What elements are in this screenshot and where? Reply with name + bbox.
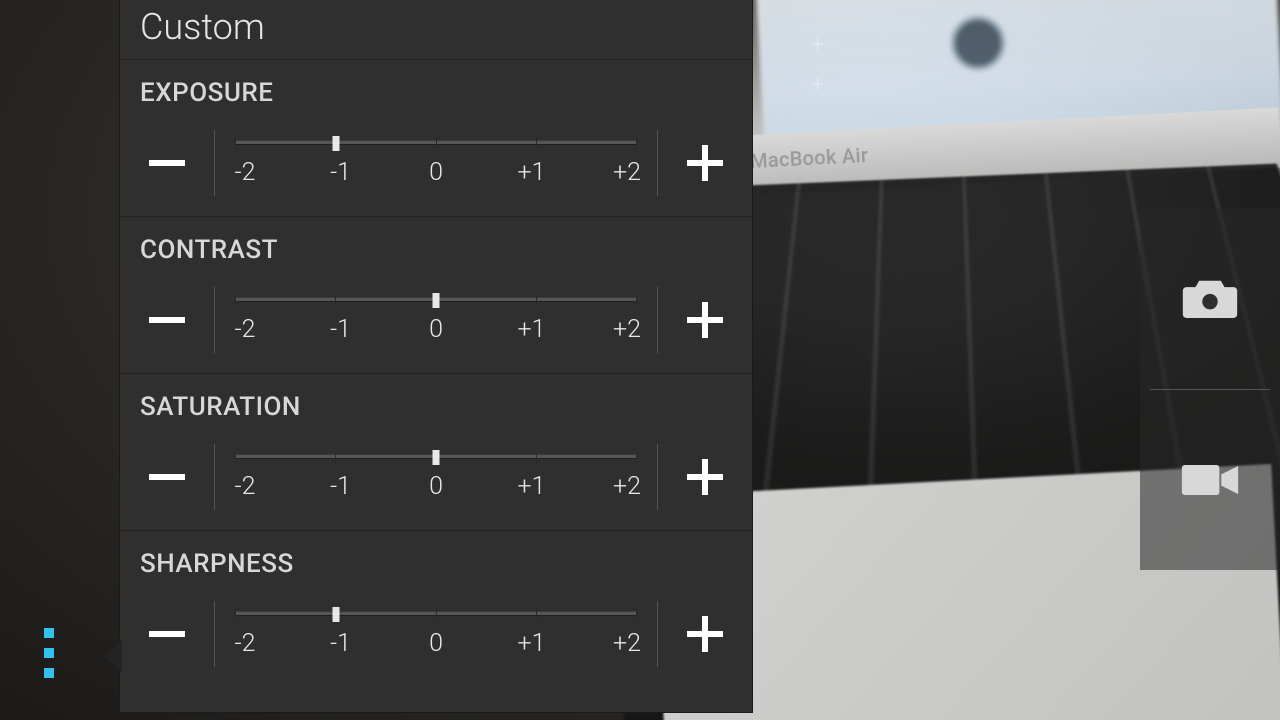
quickpanel-plus-icon: + bbox=[811, 70, 825, 98]
setting-exposure: EXPOSURE -2 -1 0 +1 +2 bbox=[120, 60, 752, 217]
contrast-label: CONTRAST bbox=[120, 235, 752, 281]
tick-label: -1 bbox=[323, 315, 359, 344]
tick-label: -2 bbox=[227, 315, 263, 344]
exposure-plus-button[interactable] bbox=[658, 124, 752, 202]
photo-capture-button[interactable] bbox=[1140, 208, 1280, 389]
tick-label: 0 bbox=[418, 315, 454, 344]
tick-label: -1 bbox=[323, 472, 359, 501]
saturation-label: SATURATION bbox=[120, 392, 752, 438]
saturation-slider[interactable]: -2 -1 0 +1 +2 bbox=[215, 438, 657, 516]
tick-label: +1 bbox=[514, 158, 550, 187]
sharpness-label: SHARPNESS bbox=[120, 549, 752, 595]
tick-label: +1 bbox=[514, 629, 550, 658]
camera-icon bbox=[1181, 276, 1239, 320]
tick-label: 0 bbox=[418, 158, 454, 187]
more-options-button[interactable] bbox=[44, 628, 54, 678]
minus-icon bbox=[147, 143, 187, 183]
tick-label: +1 bbox=[514, 472, 550, 501]
camera-viewport: MacBook Air + + Custom EXPOSURE -2 bbox=[0, 0, 1280, 720]
video-icon bbox=[1180, 460, 1240, 500]
plus-icon bbox=[685, 614, 725, 654]
panel-title: Custom bbox=[120, 0, 752, 60]
tick-label: +2 bbox=[609, 315, 645, 344]
exposure-minus-button[interactable] bbox=[120, 124, 214, 202]
setting-sharpness: SHARPNESS -2 -1 0 +1 +2 bbox=[120, 531, 752, 687]
exposure-label: EXPOSURE bbox=[120, 78, 752, 124]
tick-label: -2 bbox=[227, 472, 263, 501]
capture-bar bbox=[1140, 208, 1280, 570]
tick-label: 0 bbox=[418, 472, 454, 501]
tick-label: -2 bbox=[227, 629, 263, 658]
minus-icon bbox=[147, 300, 187, 340]
panel-pointer-icon bbox=[104, 640, 122, 672]
tick-label: +2 bbox=[609, 629, 645, 658]
plus-icon bbox=[685, 457, 725, 497]
tick-label: +2 bbox=[609, 472, 645, 501]
tick-label: +2 bbox=[609, 158, 645, 187]
contrast-slider[interactable]: -2 -1 0 +1 +2 bbox=[215, 281, 657, 359]
minus-icon bbox=[147, 457, 187, 497]
plus-icon bbox=[685, 143, 725, 183]
sharpness-minus-button[interactable] bbox=[120, 595, 214, 673]
saturation-plus-button[interactable] bbox=[658, 438, 752, 516]
tick-label: -1 bbox=[323, 158, 359, 187]
sharpness-plus-button[interactable] bbox=[658, 595, 752, 673]
dot-icon bbox=[44, 648, 54, 658]
image-adjust-panel: Custom EXPOSURE -2 -1 0 bbox=[120, 0, 752, 712]
tick-label: 0 bbox=[418, 629, 454, 658]
setting-contrast: CONTRAST -2 -1 0 +1 +2 bbox=[120, 217, 752, 374]
contrast-plus-button[interactable] bbox=[658, 281, 752, 359]
minus-icon bbox=[147, 614, 187, 654]
quickpanel-plus-icon: + bbox=[811, 30, 825, 58]
tick-label: -2 bbox=[227, 158, 263, 187]
tick-label: +1 bbox=[514, 315, 550, 344]
contrast-minus-button[interactable] bbox=[120, 281, 214, 359]
video-capture-button[interactable] bbox=[1140, 390, 1280, 571]
plus-icon bbox=[685, 300, 725, 340]
saturation-minus-button[interactable] bbox=[120, 438, 214, 516]
setting-saturation: SATURATION -2 -1 0 +1 +2 bbox=[120, 374, 752, 531]
dot-icon bbox=[44, 628, 54, 638]
tick-label: -1 bbox=[323, 629, 359, 658]
sharpness-slider[interactable]: -2 -1 0 +1 +2 bbox=[215, 595, 657, 673]
exposure-slider[interactable]: -2 -1 0 +1 +2 bbox=[215, 124, 657, 202]
dot-icon bbox=[44, 668, 54, 678]
